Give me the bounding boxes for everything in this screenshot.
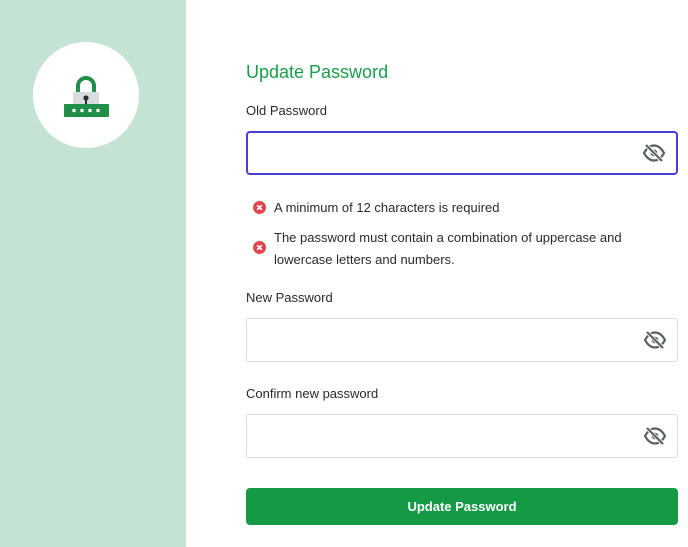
password-rule-text: The password must contain a combination … — [274, 227, 669, 271]
password-rule-text: A minimum of 12 characters is required — [274, 200, 500, 215]
error-icon — [253, 201, 266, 214]
confirm-password-label: Confirm new password — [246, 386, 379, 401]
eye-off-icon[interactable] — [642, 143, 666, 163]
logo-badge — [33, 42, 139, 148]
new-password-field — [246, 318, 678, 362]
old-password-input[interactable] — [258, 133, 628, 173]
new-password-label: New Password — [246, 290, 333, 305]
old-password-label: Old Password — [246, 103, 327, 118]
eye-off-icon[interactable] — [643, 330, 667, 350]
password-rule-length: A minimum of 12 characters is required — [253, 197, 673, 219]
update-password-form: Update Password Old Password A minimum o… — [246, 0, 678, 547]
password-rule-text-line2: lowercase letters and numbers. — [274, 252, 455, 267]
update-password-button[interactable]: Update Password — [246, 488, 678, 525]
lock-password-icon — [64, 76, 109, 117]
sidebar — [0, 0, 186, 547]
password-rule-complexity: The password must contain a combination … — [253, 227, 673, 271]
new-password-input[interactable] — [257, 319, 627, 361]
old-password-field — [246, 131, 678, 175]
confirm-password-input[interactable] — [257, 415, 627, 457]
eye-off-icon[interactable] — [643, 426, 667, 446]
error-icon — [253, 241, 266, 254]
password-rule-text-line1: The password must contain a combination … — [274, 230, 622, 245]
confirm-password-field — [246, 414, 678, 458]
page-title: Update Password — [246, 62, 389, 82]
